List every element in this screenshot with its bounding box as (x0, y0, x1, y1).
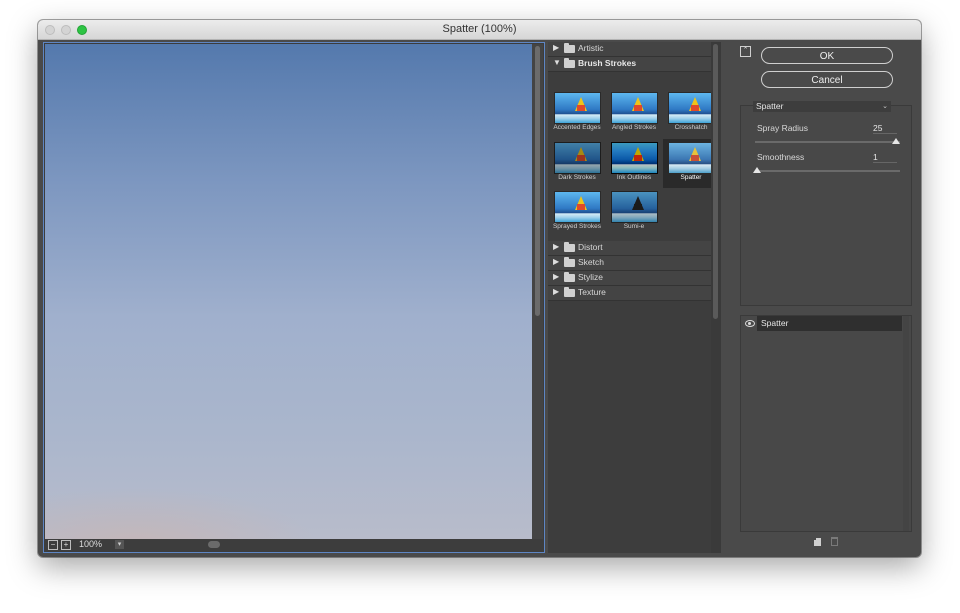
filter-select-value: Spatter (756, 101, 784, 111)
filter-gallery-window: Spatter (100%) − + 100% ▾ ▶ Artistic ▼ B… (38, 20, 921, 557)
category-sketch[interactable]: ▶ Sketch (548, 256, 721, 271)
folder-icon (564, 257, 575, 267)
category-texture[interactable]: ▶ Texture (548, 286, 721, 301)
category-label: Artistic (578, 43, 604, 53)
effect-layers-panel: Spatter (740, 315, 912, 532)
preview-vertical-scrollbar[interactable] (532, 44, 543, 540)
thumb-sumi-e[interactable]: Sumi-e (606, 188, 662, 237)
category-label: Distort (578, 242, 603, 252)
category-label: Texture (578, 287, 606, 297)
category-brush-strokes[interactable]: ▼ Brush Strokes (548, 57, 721, 72)
category-artistic[interactable]: ▶ Artistic (548, 42, 721, 57)
disclosure-down-icon: ▼ (553, 58, 561, 67)
thumbnail-label: Angled Strokes (611, 124, 657, 131)
disclosure-right-icon: ▶ (553, 242, 560, 251)
thumbnail-label: Sumi-e (623, 223, 645, 230)
thumbnail-image (668, 142, 715, 174)
disclosure-right-icon: ▶ (553, 272, 560, 281)
thumbnail-image (611, 142, 658, 174)
disclosure-right-icon: ▶ (553, 257, 560, 266)
layers-scrollbar[interactable] (903, 316, 909, 531)
category-stylize[interactable]: ▶ Stylize (548, 271, 721, 286)
thumbnail-label: Dark Strokes (558, 174, 596, 181)
disclosure-right-icon: ▶ (553, 287, 560, 296)
disclosure-right-icon: ▶ (553, 43, 560, 52)
filter-gallery: ▶ Artistic ▼ Brush Strokes Accented Edge… (548, 42, 721, 553)
cancel-button[interactable]: Cancel (761, 71, 893, 88)
zoom-dropdown-chevron-icon[interactable]: ▾ (115, 540, 124, 549)
thumb-angled-strokes[interactable]: Angled Strokes (606, 89, 662, 138)
thumbnail-label: Sprayed Strokes (552, 223, 602, 230)
collapse-gallery-icon[interactable]: ⌃ (740, 46, 751, 57)
preview-vertical-scroll-thumb[interactable] (535, 46, 540, 316)
smoothness-value[interactable]: 1 (873, 152, 897, 163)
effect-layer-spatter[interactable]: Spatter (757, 316, 902, 331)
smoothness-slider-thumb[interactable] (753, 167, 761, 173)
folder-icon (564, 287, 575, 297)
category-label: Stylize (578, 272, 604, 282)
preview-pane[interactable]: − + 100% ▾ (43, 42, 545, 553)
thumb-accented-edges[interactable]: Accented Edges (549, 89, 605, 138)
effect-layer-label: Spatter (761, 318, 789, 328)
preview-image[interactable] (45, 44, 532, 540)
spray-radius-slider[interactable] (755, 141, 900, 143)
smoothness-label: Smoothness (757, 152, 805, 162)
zoom-in-button[interactable]: + (61, 540, 71, 550)
trash-icon[interactable] (831, 537, 838, 546)
new-effect-layer-icon[interactable] (812, 536, 821, 546)
thumbnail-image (554, 142, 601, 174)
thumbnail-label: Ink Outlines (616, 174, 652, 181)
category-distort[interactable]: ▶ Distort (548, 241, 721, 256)
thumb-ink-outlines[interactable]: Ink Outlines (606, 139, 662, 188)
folder-icon (564, 58, 575, 68)
zoom-bar: − + 100% ▾ (45, 539, 543, 551)
eye-icon[interactable] (745, 320, 755, 327)
thumbnail-image (554, 92, 601, 124)
zoom-out-button[interactable]: − (48, 540, 58, 550)
brush-strokes-thumbnails: Accented Edges Angled Strokes Crosshatch… (548, 87, 721, 241)
smoothness-slider[interactable] (755, 170, 900, 172)
window-title: Spatter (100%) (442, 23, 517, 35)
folder-icon (564, 272, 575, 282)
thumbnail-image (611, 92, 658, 124)
folder-icon (564, 242, 575, 252)
folder-icon (564, 43, 575, 53)
category-label: Sketch (578, 257, 604, 267)
thumbnail-label: Accented Edges (553, 124, 601, 131)
preview-horizontal-scroll-thumb[interactable] (208, 541, 220, 548)
title-bar[interactable]: Spatter (100%) (38, 20, 921, 40)
thumb-dark-strokes[interactable]: Dark Strokes (549, 139, 605, 188)
chevron-down-icon: ⌄ (882, 103, 888, 110)
ok-button[interactable]: OK (761, 47, 893, 64)
filter-select[interactable]: Spatter ⌄ (753, 101, 891, 112)
spray-radius-value[interactable]: 25 (873, 123, 897, 134)
spray-radius-label: Spray Radius (757, 123, 809, 133)
category-label: Brush Strokes (578, 58, 637, 68)
filter-settings-panel: Spatter ⌄ Spray Radius 25 Smoothness 1 (740, 101, 912, 306)
thumbnail-image (668, 92, 715, 124)
thumb-sprayed-strokes[interactable]: Sprayed Strokes (549, 188, 605, 237)
spray-radius-slider-thumb[interactable] (892, 138, 900, 144)
gallery-scroll-thumb[interactable] (713, 44, 718, 319)
thumbnail-image (611, 191, 658, 223)
gallery-vertical-scrollbar[interactable] (711, 42, 721, 553)
zoom-level: 100% (79, 539, 103, 549)
thumbnail-image (554, 191, 601, 223)
